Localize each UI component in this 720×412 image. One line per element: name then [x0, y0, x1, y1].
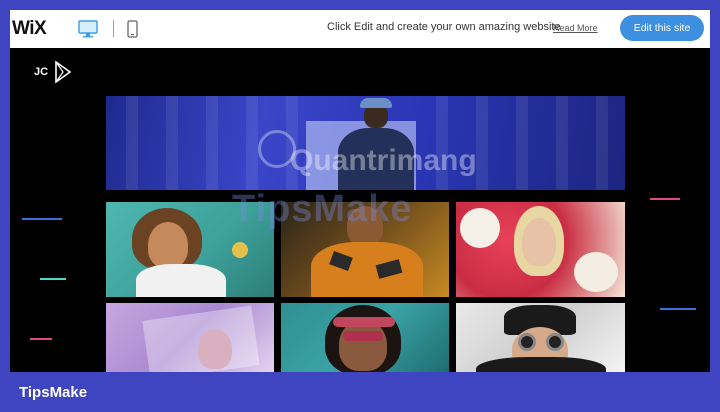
desktop-monitor-icon [78, 20, 98, 38]
gallery-tile[interactable] [106, 303, 274, 372]
device-divider [113, 20, 114, 37]
desktop-view-button[interactable] [78, 10, 98, 48]
site-logo-text: JC [34, 66, 49, 78]
hero-image[interactable] [106, 96, 625, 190]
promo-tagline: Click Edit and create your own amazing w… [327, 21, 561, 33]
gallery-tile[interactable] [106, 202, 274, 297]
site-logo[interactable]: JC [34, 60, 72, 84]
tipsmake-brand: TipsMake [19, 384, 88, 401]
wix-top-bar: WiX Click Edit and create your own amazi… [10, 10, 710, 48]
browser-frame: WiX Click Edit and create your own amazi… [10, 10, 710, 372]
mobile-view-button[interactable] [127, 10, 138, 48]
mobile-phone-icon [127, 20, 138, 38]
edit-this-site-button[interactable]: Edit this site [620, 15, 704, 41]
site-preview: JC [10, 48, 710, 372]
gallery-tile[interactable] [281, 303, 449, 372]
read-more-link[interactable]: Read More [553, 23, 598, 33]
gallery-tile[interactable] [456, 303, 625, 372]
gallery-tile[interactable] [456, 202, 625, 297]
play-triangle-icon [55, 60, 72, 84]
gallery-tile[interactable] [281, 202, 449, 297]
wix-logo[interactable]: WiX [12, 18, 47, 40]
